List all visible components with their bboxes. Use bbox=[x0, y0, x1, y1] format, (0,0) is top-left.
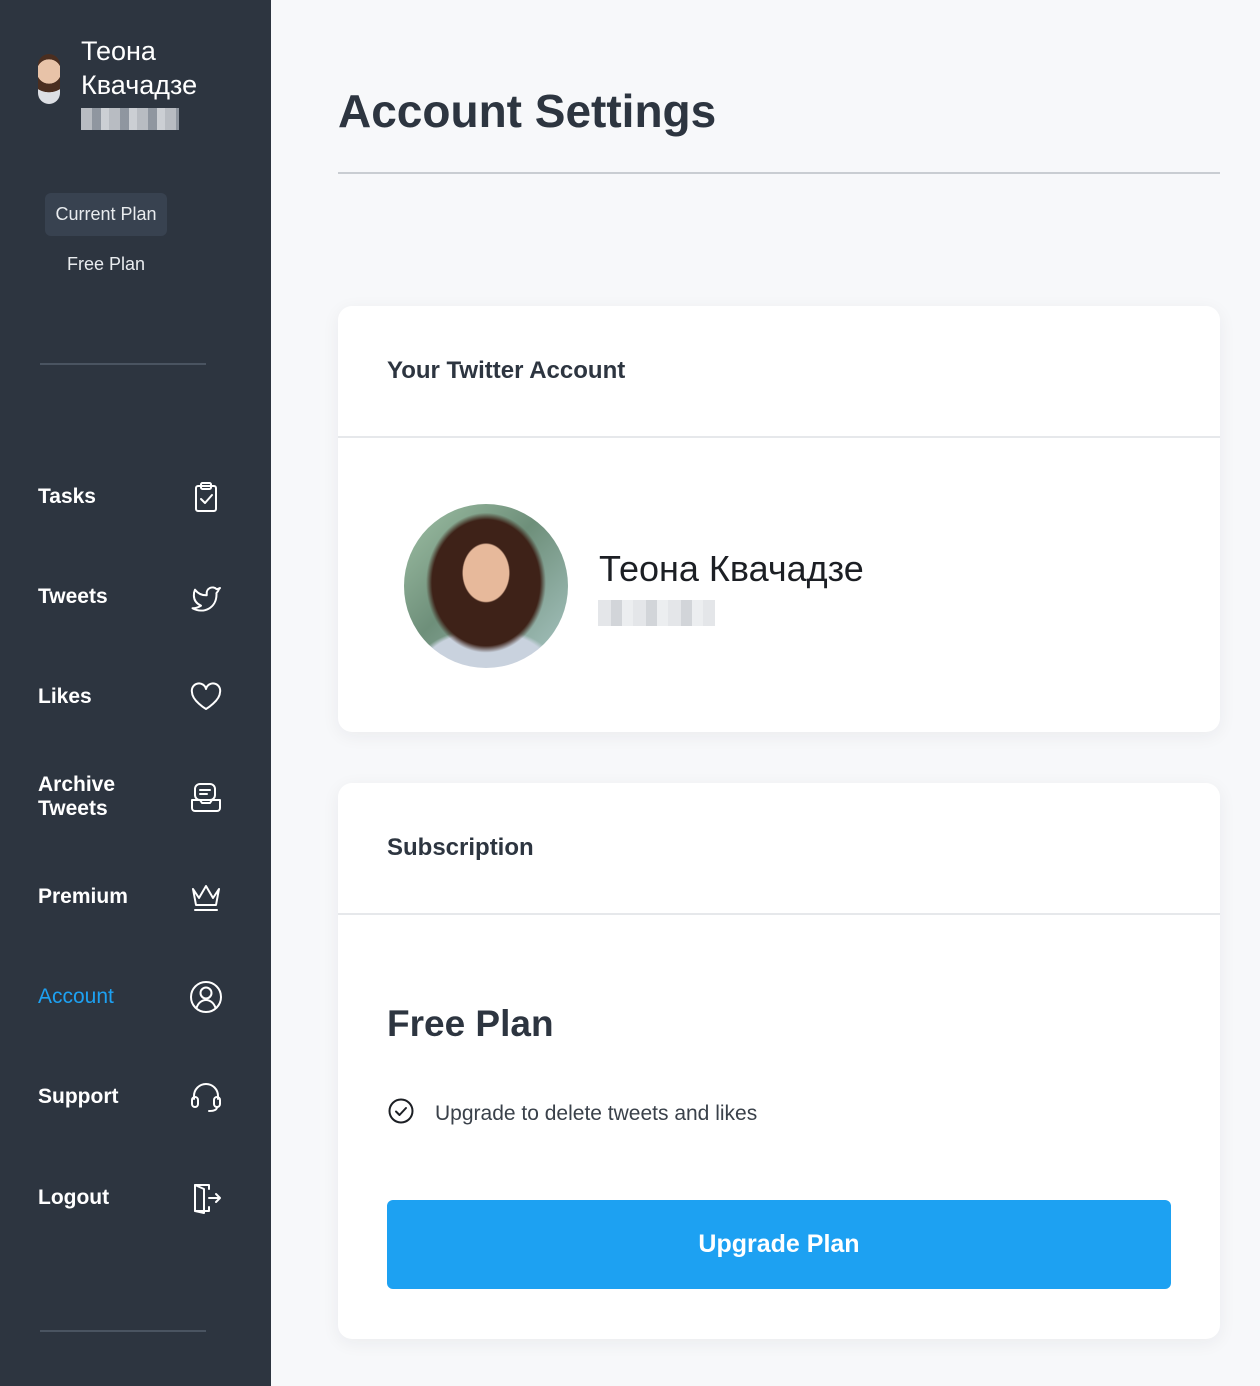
plan-feature-text: Upgrade to delete tweets and likes bbox=[435, 1101, 758, 1125]
sidebar-item-archive-tweets[interactable]: Archive Tweets bbox=[38, 772, 224, 822]
sidebar-divider-top bbox=[40, 363, 206, 365]
archive-icon bbox=[188, 778, 224, 816]
current-plan-name: Free Plan bbox=[66, 254, 146, 274]
sidebar-item-label: Logout bbox=[38, 1186, 110, 1209]
sidebar-profile: Теона Квачадзе bbox=[38, 34, 231, 130]
subscription-card: Subscription Free Plan Upgrade to delete… bbox=[338, 783, 1220, 1339]
sidebar: Теона Квачадзе Current Plan Free Plan Ta… bbox=[0, 0, 271, 1386]
sidebar-avatar bbox=[38, 54, 60, 104]
twitter-account-heading: Your Twitter Account bbox=[338, 306, 1220, 438]
account-handle-redacted bbox=[598, 600, 715, 626]
page-title: Account Settings bbox=[338, 85, 717, 137]
twitter-bird-icon bbox=[188, 578, 224, 616]
sidebar-item-support[interactable]: Support bbox=[38, 1072, 224, 1122]
subscription-heading: Subscription bbox=[338, 783, 1220, 915]
logout-door-icon bbox=[188, 1179, 224, 1217]
sidebar-item-label: Account bbox=[38, 985, 114, 1008]
user-circle-icon bbox=[188, 978, 224, 1016]
sidebar-item-label: Support bbox=[38, 1085, 119, 1108]
check-circle-icon bbox=[387, 1097, 415, 1130]
title-divider bbox=[338, 172, 1220, 174]
plan-feature-item: Upgrade to delete tweets and likes bbox=[387, 1097, 757, 1130]
sidebar-item-tweets[interactable]: Tweets bbox=[38, 572, 224, 622]
avatar bbox=[404, 504, 568, 668]
sidebar-item-label: Tweets bbox=[38, 585, 108, 608]
upgrade-plan-button[interactable]: Upgrade Plan bbox=[387, 1200, 1171, 1289]
sidebar-item-likes[interactable]: Likes bbox=[38, 672, 224, 722]
sidebar-item-premium[interactable]: Premium bbox=[38, 872, 224, 922]
current-plan-label: Current Plan bbox=[45, 193, 167, 236]
twitter-account-card: Your Twitter Account Теона Квачадзе bbox=[338, 306, 1220, 732]
sidebar-item-label: Likes bbox=[38, 685, 92, 708]
sidebar-profile-handle-redacted bbox=[81, 108, 179, 130]
subscription-plan-name: Free Plan bbox=[387, 1003, 554, 1044]
sidebar-item-label: Archive Tweets bbox=[38, 773, 116, 820]
sidebar-profile-name: Теона Квачадзе bbox=[81, 36, 198, 100]
sidebar-item-tasks[interactable]: Tasks bbox=[38, 472, 224, 522]
sidebar-divider-bottom bbox=[40, 1330, 206, 1332]
headset-icon bbox=[188, 1078, 224, 1116]
clipboard-check-icon bbox=[188, 478, 224, 516]
sidebar-item-logout[interactable]: Logout bbox=[38, 1173, 224, 1223]
account-display-name: Теона Квачадзе bbox=[599, 548, 864, 589]
crown-icon bbox=[188, 878, 224, 916]
sidebar-item-label: Premium bbox=[38, 885, 128, 908]
sidebar-item-account[interactable]: Account bbox=[38, 972, 224, 1022]
heart-icon bbox=[188, 678, 224, 716]
sidebar-item-label: Tasks bbox=[38, 485, 96, 508]
